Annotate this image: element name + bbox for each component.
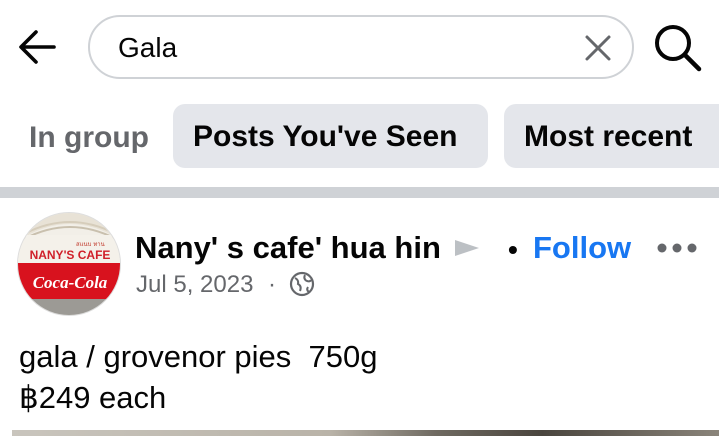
post-text-line-1: gala / grovenor pies 750g [19, 339, 378, 374]
search-icon[interactable] [652, 22, 704, 74]
filter-bar: In group Posts You've Seen Most recent [0, 104, 719, 168]
avatar[interactable]: สแนบ ทาน NANY'S CAFE Coca-Cola [17, 212, 121, 316]
avatar-sign-text: NANY'S CAFE [30, 248, 111, 262]
back-arrow-icon[interactable] [14, 24, 60, 70]
avatar-brand-text: Coca-Cola [33, 273, 108, 292]
post-date[interactable]: Jul 5, 2023 [136, 271, 253, 299]
section-divider [0, 187, 719, 198]
meta-separator: · [268, 271, 276, 298]
filter-chip-posts-seen[interactable]: Posts You've Seen [173, 104, 488, 168]
clear-icon[interactable] [582, 32, 614, 64]
follow-button[interactable]: Follow [533, 230, 631, 266]
post-text-line-2: ฿249 each [19, 380, 167, 415]
search-input[interactable] [118, 29, 558, 67]
separator-dot: • [508, 234, 518, 265]
post-image[interactable] [12, 430, 719, 436]
avatar-small-text: สแนบ ทาน [76, 241, 105, 248]
globe-icon [289, 271, 315, 297]
share-arrow-icon [455, 240, 479, 256]
more-icon[interactable] [656, 240, 698, 256]
search-field[interactable] [88, 15, 634, 79]
filter-scope-label: In group [29, 121, 149, 154]
author-name[interactable]: Nany' s cafe' hua hin [135, 230, 441, 266]
search-header [0, 0, 719, 94]
filter-chip-most-recent[interactable]: Most recent [504, 104, 719, 168]
